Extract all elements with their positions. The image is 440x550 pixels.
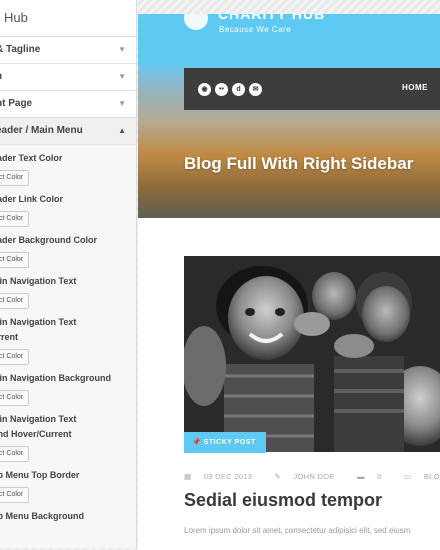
control-label-line2: urrent	[0, 332, 19, 342]
nav-home-link[interactable]: HOME	[402, 83, 428, 92]
site-preview: CHARITY HUB Because We Care ◉ •• d ✉ HOM…	[138, 14, 440, 550]
select-color-button[interactable]: ct Color	[0, 293, 30, 309]
control-header-text-color: eader Text Color ct Color	[0, 151, 136, 186]
select-color-button[interactable]: ct Color	[0, 252, 30, 268]
dribbble-icon[interactable]: ◉	[198, 83, 211, 96]
control-main-navigation-text: lain Navigation Text ct Color	[0, 274, 136, 309]
email-icon[interactable]: ✉	[249, 83, 262, 96]
control-label: eader Background Color	[0, 235, 98, 245]
control-label: ub Menu Top Border	[0, 470, 80, 480]
comments-icon: ▬	[357, 472, 368, 481]
customizer-title: Hub	[0, 0, 136, 37]
post-comments[interactable]: 0	[377, 472, 381, 481]
pencil-icon: ✎	[274, 472, 284, 481]
post-excerpt: Lorem ipsum dolor sit amet, consectetur …	[184, 526, 411, 535]
control-sub-menu-top-border: ub Menu Top Border ct Color	[0, 468, 136, 503]
control-label: lain Navigation Background	[0, 373, 112, 383]
post-meta: ▦ 03 DEC 2013 ✎ JOHN DOE ▬ 0 ▭ BLOG, FIT…	[184, 472, 440, 481]
select-color-button[interactable]: ct Color	[0, 446, 30, 462]
control-label: ub Menu Background	[0, 511, 84, 521]
chevron-up-icon: ▲	[118, 126, 126, 135]
control-main-navigation-text-current: lain Navigation Text urrent ct Color	[0, 315, 136, 365]
control-label: eader Link Color	[0, 194, 64, 204]
control-header-link-color: eader Link Color ct Color	[0, 192, 136, 227]
sticky-label: STICKY POST	[203, 439, 256, 446]
chevron-down-icon: ▼	[118, 45, 126, 54]
select-color-button[interactable]: ct Color	[0, 487, 30, 503]
control-sub-menu-background: ub Menu Background	[0, 509, 136, 524]
post-title[interactable]: Sedial eiusmod tempor	[184, 490, 382, 511]
children-photo	[184, 256, 440, 452]
control-label: eader Text Color	[0, 153, 63, 163]
calendar-icon: ▦	[184, 472, 194, 481]
post-date: 03 DEC 2013	[203, 472, 253, 481]
section-header-main-menu[interactable]: eader / Main Menu ▲	[0, 118, 136, 145]
chevron-down-icon: ▼	[118, 99, 126, 108]
control-main-navigation-background: lain Navigation Background ct Color	[0, 371, 136, 406]
select-color-button[interactable]: ct Color	[0, 211, 30, 227]
chevron-down-icon: ▼	[118, 72, 126, 81]
post-featured-image[interactable]	[184, 256, 440, 452]
site-brand[interactable]: CHARITY HUB	[218, 14, 325, 22]
control-main-navigation-text-hover: lain Navigation Text und Hover/Current c…	[0, 412, 136, 462]
select-color-button[interactable]: ct Color	[0, 349, 30, 365]
hero-banner: CHARITY HUB Because We Care ◉ •• d ✉ HOM…	[138, 14, 440, 218]
sticky-post-badge: 📌 STICKY POST	[184, 432, 266, 453]
post-categories[interactable]: BLOG, FIT ROW, LIFE S	[424, 472, 440, 481]
customizer-panel: Hub & Tagline ▼ n ▼ nt Page ▼ eader / Ma…	[0, 0, 137, 548]
section-site-title-tagline[interactable]: & Tagline ▼	[0, 37, 136, 64]
section-label: & Tagline	[0, 44, 41, 55]
pin-icon: 📌	[192, 439, 204, 446]
select-color-button[interactable]: ct Color	[0, 170, 30, 186]
section-label: nt Page	[0, 98, 33, 109]
post-author[interactable]: JOHN DOE	[293, 472, 334, 481]
site-tagline: Because We Care	[219, 25, 292, 34]
page-title: Blog Full With Right Sidebar	[184, 154, 414, 173]
control-label: lain Navigation Text	[0, 276, 77, 286]
control-label-line2: und Hover/Current	[0, 429, 72, 439]
control-label: lain Navigation Text	[0, 414, 77, 424]
section-front-page[interactable]: nt Page ▼	[0, 91, 136, 118]
main-navbar: ◉ •• d ✉ HOME	[184, 68, 440, 110]
flickr-icon[interactable]: ••	[215, 83, 228, 96]
control-header-background-color: eader Background Color ct Color	[0, 233, 136, 268]
select-color-button[interactable]: ct Color	[0, 390, 30, 406]
control-label: lain Navigation Text	[0, 317, 77, 327]
folder-icon: ▭	[404, 472, 414, 481]
section-label: eader / Main Menu	[0, 125, 83, 136]
digg-icon[interactable]: d	[232, 83, 245, 96]
section-label: n	[0, 71, 2, 82]
section-navigation[interactable]: n ▼	[0, 64, 136, 91]
